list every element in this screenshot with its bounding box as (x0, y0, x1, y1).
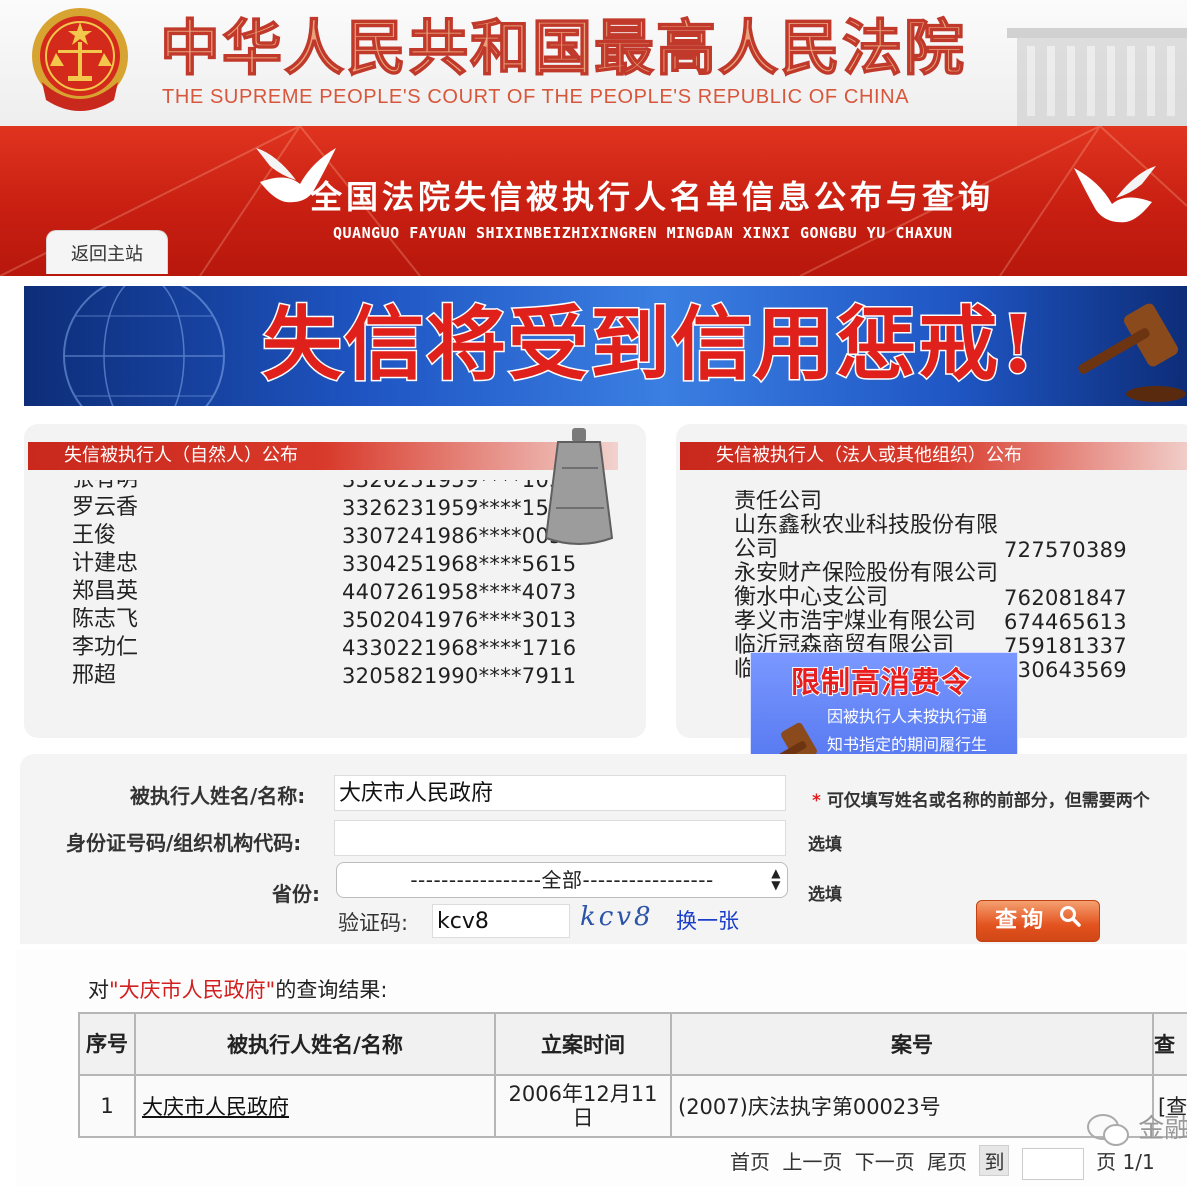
col-header-action: 查 (1152, 1012, 1187, 1076)
person-id: 3205821990****7911 (342, 664, 577, 688)
caption-query: "大庆市人民政府" (109, 978, 276, 1002)
court-emblem-icon (32, 8, 128, 111)
table-header-row: 序号 被执行人姓名/名称 立案时间 案号 查 (78, 1012, 1187, 1076)
entity-name: 孝义市浩宇煤业有限公司 (734, 609, 977, 634)
name-hint-text: 可仅填写姓名或名称的前部分，但需要两个 (826, 791, 1150, 811)
entity-code: 727570389 (1004, 538, 1127, 562)
results-table: 序号 被执行人姓名/名称 立案时间 案号 查 1 大庆市人民政府 2006年12… (78, 1012, 1187, 1138)
natural-persons-title: 失信被执行人（自然人）公布 (28, 442, 618, 470)
list-item[interactable]: 陈志飞 3502041976****3013 (72, 606, 592, 634)
list-item[interactable]: 孝义市浩宇煤业有限公司 674465613 (734, 609, 1154, 635)
result-name-link[interactable]: 大庆市人民政府 (142, 1095, 289, 1119)
list-item[interactable]: 计建忠 3304251968****5615 (72, 550, 592, 578)
list-item[interactable]: 山东鑫秋农业科技股份有限公司 727570389 (734, 513, 1154, 563)
entity-code: 330643569 (1004, 658, 1127, 682)
bell-icon (544, 428, 614, 545)
watermark-text: 金融 (1138, 1114, 1187, 1144)
list-item[interactable]: 李功仁 4330221968****1716 (72, 634, 592, 662)
watermark: 金融 (1086, 1108, 1187, 1147)
list-item[interactable]: 责任公司 (734, 490, 1154, 514)
captcha-image: kcv8 (580, 902, 654, 932)
magnifier-icon (1059, 901, 1081, 941)
col-header-no: 序号 (78, 1012, 136, 1076)
cell-date: 2006年12月11日 (494, 1074, 672, 1138)
id-label: 身份证号码/组织机构代码: (66, 831, 302, 855)
province-hint: 选填 (808, 885, 842, 905)
table-row: 1 大庆市人民政府 2006年12月11日 (2007)庆法执字第00023号 … (78, 1074, 1187, 1138)
required-star-icon: * (812, 791, 821, 811)
popup-title: 限制高消费令 (790, 664, 972, 700)
pager-page-label: 页 1/1 (1096, 1150, 1155, 1174)
list-item[interactable]: 郑昌英 4407261958****4073 (72, 578, 592, 606)
captcha-label: 验证码: (338, 911, 409, 935)
back-home-tab[interactable]: 返回主站 (46, 230, 168, 274)
dove-right-icon (1074, 166, 1156, 223)
captcha-input[interactable]: kcv8 (432, 904, 570, 938)
id-input[interactable] (334, 820, 786, 856)
person-name: 邢超 (72, 663, 117, 688)
cell-name: 大庆市人民政府 (134, 1074, 496, 1138)
globe-icon (63, 286, 225, 406)
list-item[interactable]: 罗云香 3326231959****1544 (72, 494, 592, 522)
results-caption: 对"大庆市人民政府"的查询结果: (88, 974, 387, 1004)
col-header-name: 被执行人姓名/名称 (134, 1012, 496, 1076)
name-label: 被执行人姓名/名称: (130, 784, 306, 808)
id-hint: 选填 (808, 835, 842, 855)
entity-code: 759181337 (1004, 634, 1127, 658)
court-name-en: THE SUPREME PEOPLE'S COURT OF THE PEOPLE… (162, 86, 910, 108)
list-item[interactable]: 邢超 3205821990****7911 (72, 662, 592, 690)
entity-name: 责任公司 (734, 490, 823, 514)
pager-prev[interactable]: 上一页 (782, 1150, 842, 1174)
person-name: 李功仁 (72, 635, 139, 660)
person-id: 4407261958****4073 (342, 580, 577, 604)
site-header: 中华人民共和国最高人民法院 THE SUPREME PEOPLE'S COURT… (0, 0, 1187, 126)
banner-slogan: 失信将受到信用惩戒! (260, 296, 1038, 393)
person-id: 3502041976****3013 (342, 608, 577, 632)
system-title-band: 全国法院失信被执行人名单信息公布与查询 QUANGUO FAYUAN SHIXI… (0, 126, 1187, 276)
caption-suffix: 的查询结果: (275, 978, 388, 1002)
province-select[interactable]: -----------------全部----------------- ▲ ▼ (336, 862, 788, 898)
pager-go-button[interactable]: 到 (979, 1145, 1010, 1176)
entity-code: 762081847 (1004, 586, 1127, 610)
person-id: 4330221968****1716 (342, 636, 577, 660)
entity-name: 永安财产保险股份有限公司衡水中心支公司 (734, 561, 999, 610)
pagination: 首页 上一页 下一页 尾页 到 页 1/1 (730, 1145, 1161, 1180)
legal-entities-title: 失信被执行人（法人或其他组织）公布 (680, 442, 1187, 470)
pager-last[interactable]: 尾页 (927, 1150, 967, 1174)
entity-name: 山东鑫秋农业科技股份有限公司 (734, 513, 999, 562)
person-name: 郑昌英 (72, 579, 139, 604)
gavel-icon (1078, 303, 1186, 402)
cell-case-no: (2007)庆法执字第00023号 (670, 1074, 1154, 1138)
pager-first[interactable]: 首页 (730, 1150, 770, 1174)
natural-persons-list: 张有明3326231959****1033 罗云香3326231959****1… (72, 480, 592, 702)
credit-warning-banner: 失信将受到信用惩戒! (24, 286, 1187, 406)
col-header-date: 立案时间 (494, 1012, 672, 1076)
caption-prefix: 对 (88, 978, 109, 1002)
pager-next[interactable]: 下一页 (855, 1150, 915, 1174)
province-label: 省份: (272, 882, 320, 906)
entity-code: 674465613 (1004, 610, 1127, 634)
col-header-case-no: 案号 (670, 1012, 1154, 1076)
name-hint: * 可仅填写姓名或名称的前部分，但需要两个 (812, 786, 1150, 811)
system-title-pinyin: QUANGUO FAYUAN SHIXINBEIZHIXINGREN MINGD… (333, 224, 953, 242)
court-building-image (1007, 28, 1187, 126)
list-item: 张有明3326231959****1033 (72, 480, 577, 492)
list-item[interactable]: 永安财产保险股份有限公司衡水中心支公司 762081847 (734, 561, 1154, 611)
wechat-icon (1086, 1113, 1138, 1146)
system-title-cn: 全国法院失信被执行人名单信息公布与查询 (310, 178, 995, 216)
list-item[interactable]: 王俊 3307241986****005x (72, 522, 592, 550)
refresh-captcha-link[interactable]: 换一张 (676, 905, 739, 935)
search-button-label: 查询 (995, 908, 1048, 933)
person-name: 计建忠 (72, 551, 139, 576)
person-name: 王俊 (72, 523, 117, 548)
province-selected-value: -----------------全部----------------- (410, 868, 714, 892)
cell-no: 1 (78, 1074, 136, 1138)
court-name-cn: 中华人民共和国最高人民法院 (159, 14, 966, 84)
search-button[interactable]: 查询 (976, 900, 1100, 942)
select-arrows-icon: ▲ ▼ (771, 866, 781, 892)
person-name: 罗云香 (72, 495, 139, 520)
person-name: 陈志飞 (72, 607, 139, 632)
pager-page-input[interactable] (1021, 1147, 1084, 1180)
name-input[interactable]: 大庆市人民政府 (334, 775, 786, 811)
